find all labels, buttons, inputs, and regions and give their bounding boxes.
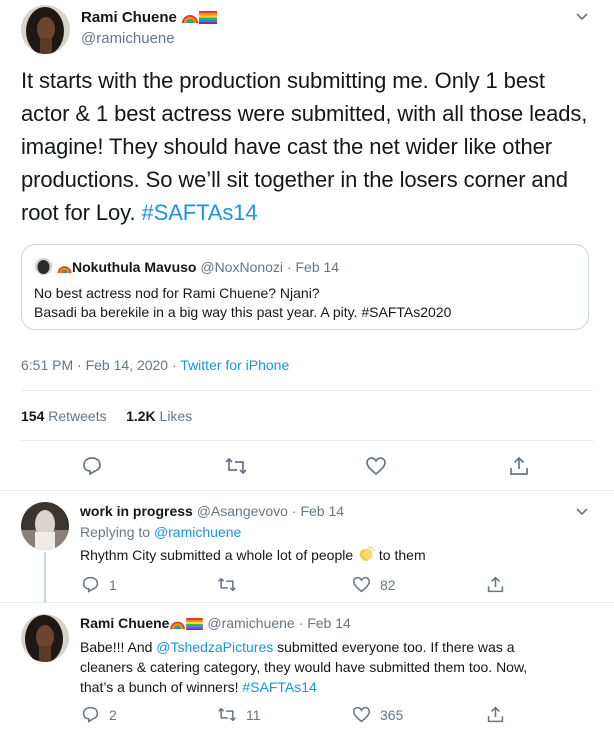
hashtag-link[interactable]: #SAFTAs14 — [141, 200, 257, 225]
like-button[interactable]: 82 — [352, 575, 396, 594]
likes-stat[interactable]: 1.2K Likes — [126, 408, 192, 424]
rainbow-flag-icon — [199, 11, 218, 28]
replying-to: Replying to @ramichuene — [80, 524, 242, 540]
hashtag-link[interactable]: #SAFTAs14 — [242, 679, 316, 695]
reply-text: Rhythm City submitted a whole lot of peo… — [80, 545, 580, 568]
quoted-display-name: Nokuthula Mavuso — [72, 259, 197, 275]
quoted-handle: @NoxNonozi — [200, 259, 284, 275]
reply-date[interactable]: Feb 14 — [307, 615, 351, 631]
reply-count: 1 — [109, 576, 117, 593]
share-icon — [510, 456, 528, 475]
quoted-header: Nokuthula Mavuso @NoxNonozi · Feb 14 — [56, 259, 339, 277]
user-handle[interactable]: @ramichuene — [207, 615, 294, 631]
user-handle[interactable]: @Asangevovo — [197, 503, 288, 519]
tweet-text: It starts with the production submitting… — [21, 68, 588, 225]
chevron-down-icon[interactable] — [575, 504, 589, 518]
display-name[interactable]: work in progress — [80, 503, 193, 519]
reply-icon — [82, 706, 99, 723]
thread-line — [44, 552, 46, 603]
retweet-button[interactable] — [217, 575, 246, 594]
tweet-thread-page: Rami Chuene @ramichuene It starts with t… — [0, 0, 614, 733]
quoted-tweet[interactable]: Nokuthula Mavuso @NoxNonozi · Feb 14 No … — [21, 244, 589, 330]
share-icon — [487, 706, 504, 723]
like-button[interactable]: 365 — [352, 705, 403, 724]
like-count: 365 — [380, 706, 404, 723]
reply-button[interactable]: 2 — [81, 705, 117, 724]
avatar[interactable] — [21, 502, 69, 550]
tweet-stats: 154 Retweets 1.2K Likes — [21, 408, 192, 424]
reply-header: work in progress @Asangevovo · Feb 14 — [80, 503, 344, 519]
reply-icon — [82, 576, 99, 593]
reply-tweet[interactable]: work in progress @Asangevovo · Feb 14 Re… — [0, 492, 614, 603]
rainbow-emoji-icon — [182, 10, 199, 28]
chevron-down-icon[interactable] — [575, 9, 589, 23]
reply-count: 2 — [109, 706, 117, 723]
reply-text: Babe!!! And @TshedzaPictures submitted e… — [80, 639, 528, 695]
share-button[interactable] — [508, 455, 530, 477]
heart-icon — [366, 457, 386, 476]
retweet-button[interactable] — [224, 455, 248, 477]
avatar[interactable] — [21, 614, 69, 662]
separator-dot: · — [283, 259, 296, 275]
retweet-button[interactable]: 11 — [217, 705, 261, 724]
separator-dot: · — [168, 357, 181, 373]
reply-header: Rami Chuene @ramichuene · Feb 14 — [80, 615, 351, 633]
reply-button[interactable]: 1 — [81, 575, 117, 594]
retweet-icon — [218, 577, 236, 592]
timestamp[interactable]: 6:51 PM · Feb 14, 2020 — [21, 357, 168, 373]
share-button[interactable] — [486, 575, 505, 594]
rainbow-flag-icon — [186, 617, 204, 633]
quoted-avatar — [35, 258, 52, 275]
user-handle[interactable]: @ramichuene — [81, 30, 175, 47]
reply-icon — [83, 457, 101, 476]
separator-dot: · — [287, 503, 301, 519]
heart-icon — [352, 576, 371, 593]
retweet-count: 11 — [246, 706, 261, 723]
heart-icon — [352, 706, 371, 723]
mention-link[interactable]: @ramichuene — [154, 524, 241, 540]
rainbow-emoji-icon — [57, 261, 72, 277]
tweet-meta: 6:51 PM · Feb 14, 2020 · Twitter for iPh… — [21, 357, 289, 373]
main-tweet: Rami Chuene @ramichuene It starts with t… — [0, 0, 614, 491]
clapping-hands-emoji-icon — [357, 545, 375, 568]
reply-date[interactable]: Feb 14 — [300, 503, 344, 519]
quoted-text: No best actress nod for Rami Chuene? Nja… — [34, 285, 452, 320]
rainbow-emoji-icon — [170, 617, 186, 633]
reply-tweet[interactable]: Rami Chuene @ramichuene · Feb 14 Babe!!!… — [0, 604, 614, 733]
like-count: 82 — [380, 576, 396, 593]
retweet-icon — [218, 707, 236, 722]
share-button[interactable] — [486, 705, 505, 724]
retweet-icon — [225, 457, 247, 475]
retweets-stat[interactable]: 154 Retweets — [21, 408, 107, 424]
mention-link[interactable]: @TshedzaPictures — [156, 639, 273, 655]
share-icon — [487, 576, 504, 593]
like-button[interactable] — [365, 455, 387, 477]
divider — [21, 440, 593, 441]
reply-button[interactable] — [81, 455, 103, 477]
tweet-source-link[interactable]: Twitter for iPhone — [180, 357, 289, 373]
display-name[interactable]: Rami Chuene — [81, 9, 218, 28]
quoted-date: Feb 14 — [295, 259, 340, 275]
avatar[interactable] — [21, 5, 70, 54]
display-name[interactable]: Rami Chuene — [80, 615, 169, 631]
divider — [21, 390, 593, 391]
separator-dot: · — [294, 615, 308, 631]
